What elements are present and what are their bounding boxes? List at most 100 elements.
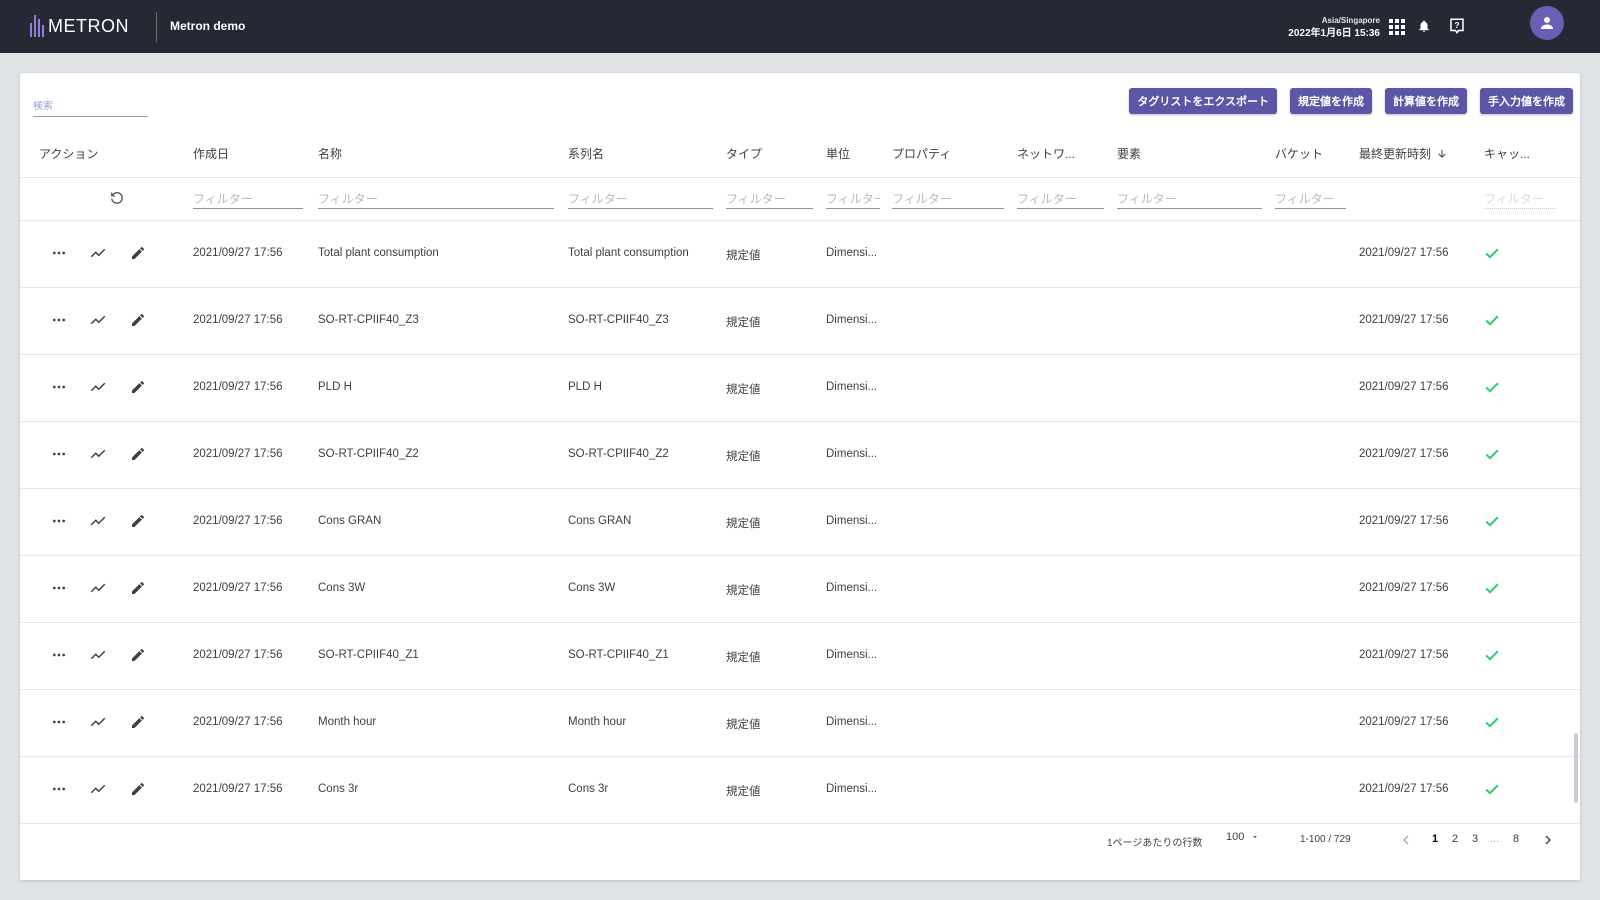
filter-unit[interactable]: フィルター: [826, 187, 880, 209]
col-name[interactable]: 名称: [318, 145, 342, 162]
col-unit[interactable]: 単位: [826, 145, 850, 162]
filter-name[interactable]: フィルター: [318, 187, 554, 209]
col-bucket[interactable]: バケット: [1275, 145, 1323, 162]
edit-pencil-icon[interactable]: [127, 510, 149, 532]
workspace-name[interactable]: Metron demo: [170, 19, 245, 33]
help-icon[interactable]: ?: [1446, 15, 1468, 37]
more-actions-icon[interactable]: [48, 242, 70, 264]
trend-chart-icon[interactable]: [87, 778, 109, 800]
search-field[interactable]: [33, 101, 148, 117]
cell-series: Cons 3r: [568, 783, 609, 795]
filter-created[interactable]: フィルター: [193, 187, 303, 209]
apps-grid-icon[interactable]: [1389, 19, 1405, 35]
sort-desc-icon[interactable]: [1436, 148, 1448, 160]
trend-chart-icon[interactable]: [87, 309, 109, 331]
table-row[interactable]: 2021/09/27 17:56 Total plant consumption T…: [20, 221, 1580, 288]
col-series[interactable]: 系列名: [568, 145, 604, 162]
create-calc-value-button[interactable]: 計算値を作成: [1385, 88, 1467, 114]
col-updated[interactable]: 最終更新時刻: [1359, 145, 1448, 162]
more-actions-icon[interactable]: [48, 644, 70, 666]
create-manual-value-button[interactable]: 手入力値を作成: [1480, 88, 1573, 114]
filter-property[interactable]: フィルター: [892, 187, 1004, 209]
export-taglist-button[interactable]: タグリストをエクスポート: [1129, 88, 1277, 114]
create-rule-value-button[interactable]: 規定値を作成: [1290, 88, 1372, 114]
cell-series: SO-RT-CPIIF40_Z2: [568, 448, 669, 460]
cell-updated: 2021/09/27 17:56: [1359, 448, 1449, 460]
reset-filters-icon[interactable]: [108, 189, 126, 207]
filter-type[interactable]: フィルター: [726, 187, 813, 209]
timezone-clock: Asia/Singapore 2022年1月6日 15:36: [1288, 14, 1380, 40]
more-actions-icon[interactable]: [48, 443, 70, 465]
cell-series: SO-RT-CPIIF40_Z3: [568, 314, 669, 326]
more-actions-icon[interactable]: [48, 711, 70, 733]
col-created[interactable]: 作成日: [193, 145, 229, 162]
filter-network[interactable]: フィルター: [1017, 187, 1104, 209]
cache-check-icon: [1485, 516, 1499, 527]
col-network[interactable]: ネットワ...: [1017, 145, 1075, 162]
trend-chart-icon[interactable]: [87, 443, 109, 465]
trend-chart-icon[interactable]: [87, 242, 109, 264]
trend-chart-icon[interactable]: [87, 711, 109, 733]
more-actions-icon[interactable]: [48, 778, 70, 800]
filter-element[interactable]: フィルター: [1117, 187, 1262, 209]
cell-name: Cons 3r: [318, 783, 359, 795]
trend-chart-icon[interactable]: [87, 510, 109, 532]
page-ellipsis: ...: [1490, 833, 1500, 845]
table-row[interactable]: 2021/09/27 17:56 PLD H PLD H 規定値 Dimensi... 2…: [20, 355, 1580, 422]
edit-pencil-icon[interactable]: [127, 443, 149, 465]
cell-series: Cons GRAN: [568, 515, 632, 527]
edit-pencil-icon[interactable]: [127, 577, 149, 599]
cell-unit: Dimensi...: [826, 649, 878, 661]
cache-check-icon: [1485, 248, 1499, 259]
cell-unit: Dimensi...: [826, 582, 878, 594]
cell-unit: Dimensi...: [826, 783, 878, 795]
trend-chart-icon[interactable]: [87, 577, 109, 599]
bell-icon[interactable]: [1413, 15, 1435, 37]
page-1-button[interactable]: 1: [1432, 833, 1438, 845]
filter-bucket[interactable]: フィルター: [1275, 187, 1346, 209]
page-last-button[interactable]: 8: [1513, 833, 1519, 845]
edit-pencil-icon[interactable]: [127, 309, 149, 331]
edit-pencil-icon[interactable]: [127, 644, 149, 666]
cache-check-icon: [1485, 650, 1499, 661]
cell-updated: 2021/09/27 17:56: [1359, 515, 1449, 527]
col-type[interactable]: タイプ: [726, 145, 762, 162]
cell-created: 2021/09/27 17:56: [193, 515, 283, 527]
more-actions-icon[interactable]: [48, 376, 70, 398]
table-row[interactable]: 2021/09/27 17:56 Month hour Month hour 規定値 D…: [20, 690, 1580, 757]
table-row[interactable]: 2021/09/27 17:56 SO-RT-CPIIF40_Z3 SO-RT-CP…: [20, 288, 1580, 355]
trend-chart-icon[interactable]: [87, 376, 109, 398]
top-bar: METRON Metron demo Asia/Singapore 2022年1…: [0, 0, 1600, 53]
filter-series[interactable]: フィルター: [568, 187, 713, 209]
rows-per-page-select[interactable]: 100: [1226, 831, 1260, 843]
more-actions-icon[interactable]: [48, 510, 70, 532]
cell-name: Cons GRAN: [318, 515, 382, 527]
edit-pencil-icon[interactable]: [127, 711, 149, 733]
cell-created: 2021/09/27 17:56: [193, 247, 283, 259]
table-row[interactable]: 2021/09/27 17:56 SO-RT-CPIIF40_Z2 SO-RT-CP…: [20, 422, 1580, 489]
user-avatar-icon[interactable]: [1530, 6, 1564, 40]
more-actions-icon[interactable]: [48, 309, 70, 331]
table-row[interactable]: 2021/09/27 17:56 Cons 3W Cons 3W 規定値 Dimensi…: [20, 556, 1580, 623]
search-input[interactable]: [33, 101, 148, 112]
current-datetime: 2022年1月6日 15:36: [1288, 28, 1380, 39]
metron-logo[interactable]: METRON: [30, 13, 129, 39]
filter-cache: フィルター: [1484, 187, 1555, 209]
more-actions-icon[interactable]: [48, 577, 70, 599]
trend-chart-icon[interactable]: [87, 644, 109, 666]
scrollbar-thumb[interactable]: [1574, 733, 1578, 803]
page-2-button[interactable]: 2: [1452, 833, 1458, 845]
col-cache[interactable]: キャッ...: [1484, 145, 1530, 162]
next-page-icon[interactable]: [1540, 832, 1556, 848]
prev-page-icon[interactable]: [1398, 832, 1414, 848]
col-element[interactable]: 要素: [1117, 145, 1141, 162]
table-row[interactable]: 2021/09/27 17:56 Cons GRAN Cons GRAN 規定値 Dim…: [20, 489, 1580, 556]
edit-pencil-icon[interactable]: [127, 242, 149, 264]
col-property[interactable]: プロパティ: [892, 145, 951, 162]
table-row[interactable]: 2021/09/27 17:56 Cons 3r Cons 3r 規定値 Dimensi…: [20, 757, 1580, 824]
cell-name: Month hour: [318, 716, 377, 728]
table-row[interactable]: 2021/09/27 17:56 SO-RT-CPIIF40_Z1 SO-RT-CP…: [20, 623, 1580, 690]
edit-pencil-icon[interactable]: [127, 376, 149, 398]
edit-pencil-icon[interactable]: [127, 778, 149, 800]
page-3-button[interactable]: 3: [1472, 833, 1478, 845]
